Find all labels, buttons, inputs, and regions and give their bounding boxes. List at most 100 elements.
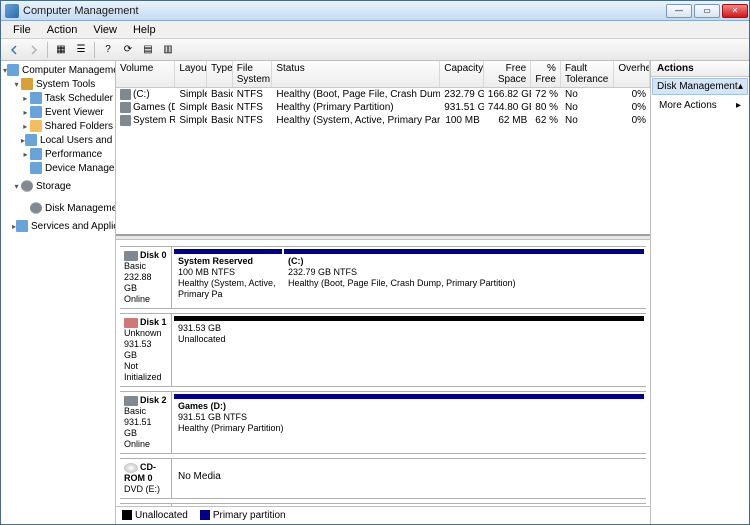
tree-label: Services and Applications: [31, 221, 116, 232]
tree-label: Device Manager: [45, 163, 116, 174]
window-title: Computer Management: [23, 5, 139, 17]
volume-row[interactable]: System Reserved SimpleBasicNTFSHealthy (…: [116, 114, 650, 127]
refresh-button[interactable]: ⟳: [119, 41, 137, 59]
tree-shared-folders[interactable]: ▸Shared Folders: [1, 119, 115, 133]
cell: 0%: [614, 88, 650, 101]
col-fault-tolerance[interactable]: Fault Tolerance: [561, 61, 614, 87]
partition[interactable]: System Reserved 100 MB NTFS Healthy (Sys…: [174, 249, 282, 306]
col-freespace[interactable]: Free Space: [484, 61, 531, 87]
col-type[interactable]: Type: [207, 61, 233, 87]
cell: Simple: [175, 101, 207, 114]
cell: Basic: [207, 101, 233, 114]
disk-2[interactable]: Disk 2 Basic 931.51 GB Online Games (D:)…: [120, 391, 646, 454]
tree-services[interactable]: ▸Services and Applications: [1, 219, 115, 233]
help-button[interactable]: ?: [99, 41, 117, 59]
toolbar: ▦ ☰ ? ⟳ ▤ ▥: [1, 39, 749, 61]
col-status[interactable]: Status: [272, 61, 440, 87]
up-button[interactable]: ▦: [52, 41, 70, 59]
cdrom-0[interactable]: CD-ROM 0 DVD (E:) No Media: [120, 458, 646, 499]
legend-label: Primary partition: [213, 510, 286, 521]
tree-storage[interactable]: ▾Storage: [1, 175, 115, 197]
legend-unallocated: Unallocated: [122, 510, 188, 521]
disk-info: Disk 1 Unknown 931.53 GB Not Initialized: [120, 314, 172, 386]
partition-name: (C:): [288, 256, 640, 267]
col-overhead[interactable]: Overhead: [614, 61, 650, 87]
cell: 100 MB: [440, 114, 484, 127]
disk-state: Online: [124, 294, 167, 305]
volume-list[interactable]: (C:) SimpleBasicNTFSHealthy (Boot, Page …: [116, 88, 650, 236]
tree-system-tools[interactable]: ▾System Tools: [1, 77, 115, 91]
toolbar-icon[interactable]: ▤: [139, 41, 157, 59]
cell: No: [561, 114, 614, 127]
partition[interactable]: (C:) 232.79 GB NTFS Healthy (Boot, Page …: [284, 249, 644, 306]
toolbar-icon[interactable]: ▥: [159, 41, 177, 59]
properties-button[interactable]: ☰: [72, 41, 90, 59]
menu-help[interactable]: Help: [125, 22, 164, 38]
col-volume[interactable]: Volume: [116, 61, 175, 87]
partition-info: 931.53 GB: [178, 323, 640, 334]
more-actions[interactable]: More Actions▸: [651, 96, 749, 115]
tree-device-manager[interactable]: Device Manager: [1, 161, 115, 175]
volume-icon: [120, 102, 131, 113]
disk-graphical-view[interactable]: Disk 0 Basic 232.88 GB Online System Res…: [116, 240, 650, 506]
col-capacity[interactable]: Capacity: [440, 61, 484, 87]
center-pane: Volume Layout Type File System Status Ca…: [116, 61, 651, 524]
disk-type: Basic: [124, 406, 167, 417]
cell: 62 MB: [484, 114, 531, 127]
disk-type: Basic: [124, 261, 167, 272]
cell: Basic: [207, 88, 233, 101]
close-button[interactable]: ✕: [722, 4, 748, 18]
back-button[interactable]: [5, 41, 23, 59]
partitions: 931.53 GB Unallocated: [172, 314, 646, 386]
volume-row[interactable]: (C:) SimpleBasicNTFSHealthy (Boot, Page …: [116, 88, 650, 101]
disk-type: Unknown: [124, 328, 167, 339]
minimize-button[interactable]: —: [666, 4, 692, 18]
col-layout[interactable]: Layout: [175, 61, 207, 87]
col-pctfree[interactable]: % Free: [531, 61, 561, 87]
titlebar[interactable]: Computer Management — ▭ ✕: [1, 1, 749, 21]
partitions: Games (D:) 931.51 GB NTFS Healthy (Prima…: [172, 392, 646, 453]
partition-info: 100 MB NTFS: [178, 267, 278, 278]
forward-button[interactable]: [25, 41, 43, 59]
tree-disk-management[interactable]: Disk Management: [1, 197, 115, 219]
partition-unallocated[interactable]: 931.53 GB Unallocated: [174, 316, 644, 384]
tree-local-users[interactable]: ▸Local Users and Groups: [1, 133, 115, 147]
cell: 744.80 GB: [484, 101, 531, 114]
cell: Basic: [207, 114, 233, 127]
disk-info: Disk 0 Basic 232.88 GB Online: [120, 247, 172, 308]
tree-root[interactable]: ▾Computer Management (Local): [1, 63, 115, 77]
partition[interactable]: Games (D:) 931.51 GB NTFS Healthy (Prima…: [174, 394, 644, 451]
tree-performance[interactable]: ▸Performance: [1, 147, 115, 161]
menubar: File Action View Help: [1, 21, 749, 39]
tree-label: Disk Management: [45, 203, 116, 214]
tree-label: Performance: [45, 149, 102, 160]
disk-info: CD-ROM 0 DVD (E:): [120, 459, 172, 498]
legend-label: Unallocated: [135, 510, 188, 521]
tree-label: Computer Management (Local): [22, 65, 116, 76]
menu-view[interactable]: View: [85, 22, 125, 38]
actions-selection[interactable]: Disk Management ▴: [652, 78, 748, 95]
menu-action[interactable]: Action: [39, 22, 86, 38]
tree-task-scheduler[interactable]: ▸Task Scheduler: [1, 91, 115, 105]
disk-label: Disk 1: [140, 317, 167, 327]
cell: NTFS: [233, 114, 273, 127]
nav-tree[interactable]: ▾Computer Management (Local) ▾System Too…: [1, 61, 116, 524]
no-media: No Media: [172, 459, 646, 498]
disk-icon: [124, 396, 138, 406]
cell: 80 %: [531, 101, 561, 114]
tree-label: Task Scheduler: [45, 93, 113, 104]
disk-0[interactable]: Disk 0 Basic 232.88 GB Online System Res…: [120, 246, 646, 309]
volume-header[interactable]: Volume Layout Type File System Status Ca…: [116, 61, 650, 88]
legend: Unallocated Primary partition: [116, 506, 650, 524]
tree-label: Event Viewer: [45, 107, 104, 118]
tree-label: Local Users and Groups: [40, 135, 116, 146]
cell: No: [561, 101, 614, 114]
disk-1[interactable]: Disk 1 Unknown 931.53 GB Not Initialized…: [120, 313, 646, 387]
volume-row[interactable]: Games (D:) SimpleBasicNTFSHealthy (Prima…: [116, 101, 650, 114]
maximize-button[interactable]: ▭: [694, 4, 720, 18]
disk-size: 931.51 GB: [124, 417, 167, 439]
menu-file[interactable]: File: [5, 22, 39, 38]
app-icon: [5, 4, 19, 18]
tree-event-viewer[interactable]: ▸Event Viewer: [1, 105, 115, 119]
col-filesystem[interactable]: File System: [233, 61, 273, 87]
